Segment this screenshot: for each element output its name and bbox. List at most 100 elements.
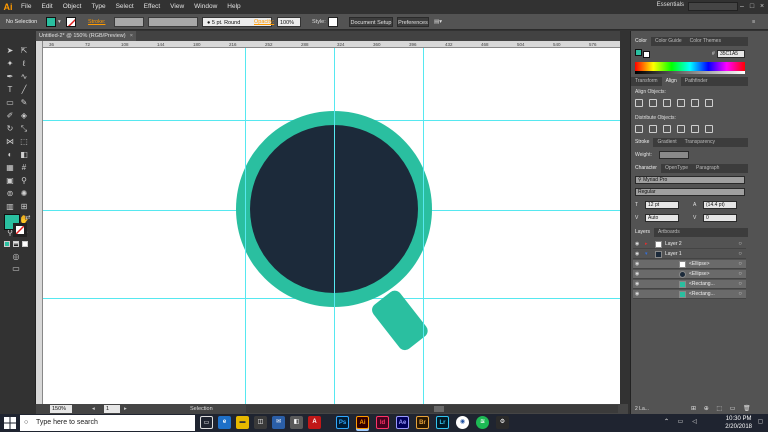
- gradient-tool-icon[interactable]: ▣: [4, 175, 16, 187]
- horizontal-ruler[interactable]: 36 72 108 144 180 216 252 288 324 360 396 432 468 504…: [43, 41, 628, 48]
- target-circle-icon[interactable]: ○: [738, 250, 742, 259]
- stroke-color-box[interactable]: [13, 223, 27, 237]
- lasso-icon[interactable]: ℓ: [18, 58, 30, 70]
- stroke-weight-field[interactable]: [659, 151, 689, 159]
- free-transform-icon[interactable]: ⬚: [18, 136, 30, 148]
- menu-view[interactable]: View: [165, 0, 189, 14]
- lightroom-icon[interactable]: Lr: [436, 416, 449, 429]
- edge-browser-icon[interactable]: e: [218, 416, 231, 429]
- tab-transparency[interactable]: Transparency: [681, 138, 719, 147]
- tab-character[interactable]: Character: [631, 164, 661, 173]
- tab-gradient[interactable]: Gradient: [653, 138, 680, 147]
- chrome-like-icon[interactable]: ◉: [456, 416, 469, 429]
- vertical-ruler[interactable]: [36, 41, 43, 404]
- layers-footer-icons[interactable]: ⊞ ⊕ ⬚ ▭ 🗑: [691, 405, 754, 412]
- target-circle-icon[interactable]: ○: [738, 240, 742, 249]
- app-icon[interactable]: ⚙: [496, 416, 509, 429]
- maximize-icon[interactable]: □: [747, 1, 757, 12]
- symbol-sprayer-icon[interactable]: ✺: [18, 188, 30, 200]
- bridge-icon[interactable]: Br: [416, 416, 429, 429]
- shape-builder-icon[interactable]: ◐: [4, 149, 16, 161]
- opacity-label[interactable]: Opacity:: [254, 17, 274, 27]
- menu-select[interactable]: Select: [111, 0, 139, 14]
- direct-selection-tool-icon[interactable]: ⇱: [18, 45, 30, 57]
- layer-row[interactable]: ◉ ▸ Layer 2 ○: [633, 240, 746, 249]
- mail-icon[interactable]: ✉: [272, 416, 285, 429]
- target-circle-icon[interactable]: ○: [738, 280, 742, 289]
- layer-row[interactable]: ◉ <Ellipse> ○: [633, 270, 746, 279]
- windows-start-icon[interactable]: [4, 417, 16, 429]
- store-icon[interactable]: ◫: [254, 416, 267, 429]
- magnifier-handle[interactable]: [369, 288, 430, 353]
- magic-wand-icon[interactable]: ✦: [4, 58, 16, 70]
- blend-tool-icon[interactable]: ⊚: [4, 188, 16, 200]
- variable-width-dropdown[interactable]: [148, 17, 198, 27]
- align-top-icon[interactable]: [677, 99, 685, 107]
- font-family-field[interactable]: ⚲ Myriad Pro: [635, 176, 745, 184]
- menu-file[interactable]: File: [16, 0, 36, 14]
- layer-row[interactable]: ◉ <Rectang... ○: [633, 280, 746, 289]
- system-tray-icon[interactable]: ⌃: [660, 416, 673, 429]
- grayscale-ramp[interactable]: [635, 71, 745, 74]
- distribute-hcenter-icon[interactable]: [691, 125, 699, 133]
- fill-swatch[interactable]: [46, 17, 56, 27]
- kerning-field[interactable]: Auto: [645, 214, 679, 222]
- guide-line[interactable]: [334, 48, 335, 404]
- graph-tool-icon[interactable]: ▥: [4, 201, 16, 213]
- menu-edit[interactable]: Edit: [36, 0, 57, 14]
- menu-object[interactable]: Object: [58, 0, 87, 14]
- align-bottom-icon[interactable]: [705, 99, 713, 107]
- menu-effect[interactable]: Effect: [139, 0, 166, 14]
- menu-help[interactable]: Help: [222, 0, 245, 14]
- screen-mode-icon[interactable]: ▭: [10, 263, 22, 275]
- illustrator-taskbar-icon[interactable]: Ai: [356, 416, 369, 429]
- target-circle-icon[interactable]: ○: [738, 260, 742, 269]
- file-explorer-icon[interactable]: ▬: [236, 416, 249, 429]
- artboard-canvas[interactable]: [43, 48, 628, 404]
- layer-row[interactable]: ◉ ▾ Layer 1 ○: [633, 250, 746, 259]
- tab-color-guide[interactable]: Color Guide: [651, 37, 686, 46]
- stock-search-input[interactable]: [688, 2, 738, 11]
- width-tool-icon[interactable]: ⋈: [4, 136, 16, 148]
- color-mode-icon[interactable]: [4, 241, 10, 247]
- stroke-swatch[interactable]: [66, 17, 76, 27]
- color-fill-box[interactable]: [635, 49, 642, 56]
- volume-icon[interactable]: ◁: [688, 416, 701, 429]
- visibility-eye-icon[interactable]: ◉: [635, 250, 639, 259]
- gradient-mode-icon[interactable]: [13, 241, 19, 247]
- none-mode-icon[interactable]: [22, 241, 28, 247]
- line-tool-icon[interactable]: ╱: [18, 84, 30, 96]
- expand-arrow-icon[interactable]: ▸: [645, 240, 648, 249]
- tab-layers[interactable]: Layers: [631, 228, 655, 237]
- close-window-icon[interactable]: ×: [757, 1, 767, 12]
- shaper-tool-icon[interactable]: ✐: [4, 110, 16, 122]
- target-circle-icon[interactable]: ○: [738, 290, 742, 299]
- pen-tool-icon[interactable]: ✒: [4, 71, 16, 83]
- rectangle-tool-icon[interactable]: ▭: [4, 97, 16, 109]
- visibility-eye-icon[interactable]: ◉: [635, 240, 639, 249]
- photoshop-icon[interactable]: Ps: [336, 416, 349, 429]
- previous-artboard-icon[interactable]: ◂: [92, 405, 95, 413]
- align-center-icon[interactable]: [649, 99, 657, 107]
- tab-color-themes[interactable]: Color Themes: [686, 37, 725, 46]
- align-right-icon[interactable]: [663, 99, 671, 107]
- live-paint-icon[interactable]: ◧: [18, 149, 30, 161]
- scroll-thumb[interactable]: [434, 406, 444, 412]
- align-middle-icon[interactable]: [691, 99, 699, 107]
- preferences-button[interactable]: Preferences: [397, 17, 429, 27]
- distribute-right-icon[interactable]: [705, 125, 713, 133]
- close-tab-icon[interactable]: ×: [130, 31, 133, 41]
- tab-pathfinder[interactable]: Pathfinder: [681, 77, 712, 86]
- leading-field[interactable]: (14.4 pt): [703, 201, 737, 209]
- guide-line[interactable]: [423, 48, 424, 404]
- selection-tool-icon[interactable]: ➤: [4, 45, 16, 57]
- visibility-eye-icon[interactable]: ◉: [635, 270, 639, 279]
- horizontal-scrollbar[interactable]: [246, 405, 618, 413]
- drawing-modes-icon[interactable]: ◎: [10, 251, 22, 263]
- zoom-field[interactable]: 150%: [50, 405, 72, 413]
- perspective-grid-icon[interactable]: ▦: [4, 162, 16, 174]
- align-left-icon[interactable]: [635, 99, 643, 107]
- control-bar-menu-icon[interactable]: ≡: [752, 17, 762, 27]
- stroke-weight-field[interactable]: [114, 17, 144, 27]
- hex-field[interactable]: 35C1A5: [717, 50, 745, 58]
